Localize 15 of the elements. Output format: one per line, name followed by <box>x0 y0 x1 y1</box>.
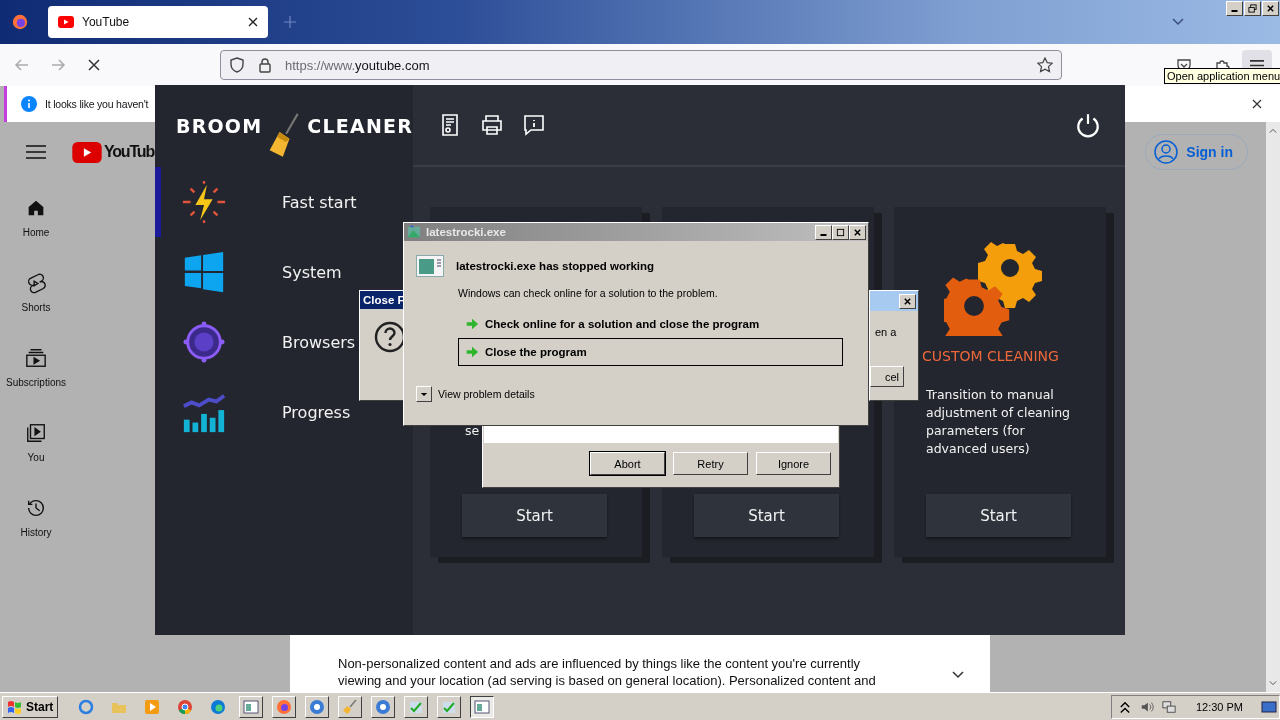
consent-text: Non-personalized content and ads are influenced by things like the content you're currently <box>338 655 862 672</box>
notification-text: It looks like you haven't <box>45 98 149 110</box>
youtube-logo-text: YouTub <box>104 143 154 161</box>
card-title: CUSTOM CLEANING <box>922 348 1059 364</box>
dialog-text: en a <box>875 326 897 338</box>
logo-text: CLEANER <box>307 115 413 137</box>
tab-title: YouTube <box>82 15 131 29</box>
logo-text: BROOM <box>176 115 263 137</box>
consent-text: viewing and your location (ad serving is based on general location). Personalized content and <box>338 672 877 689</box>
tooltip: Open application menu <box>1164 68 1280 84</box>
dialog-title: latestrocki.exe <box>426 226 506 238</box>
dialog-heading: latestrocki.exe has stopped working <box>456 260 655 272</box>
dialog-text: Windows can check online for a solution to the problem. <box>458 287 719 299</box>
card-description: Transition to manual adjustment of cleaning parameters (for advanced users) <box>926 386 1072 458</box>
card-description: se <box>465 422 481 440</box>
